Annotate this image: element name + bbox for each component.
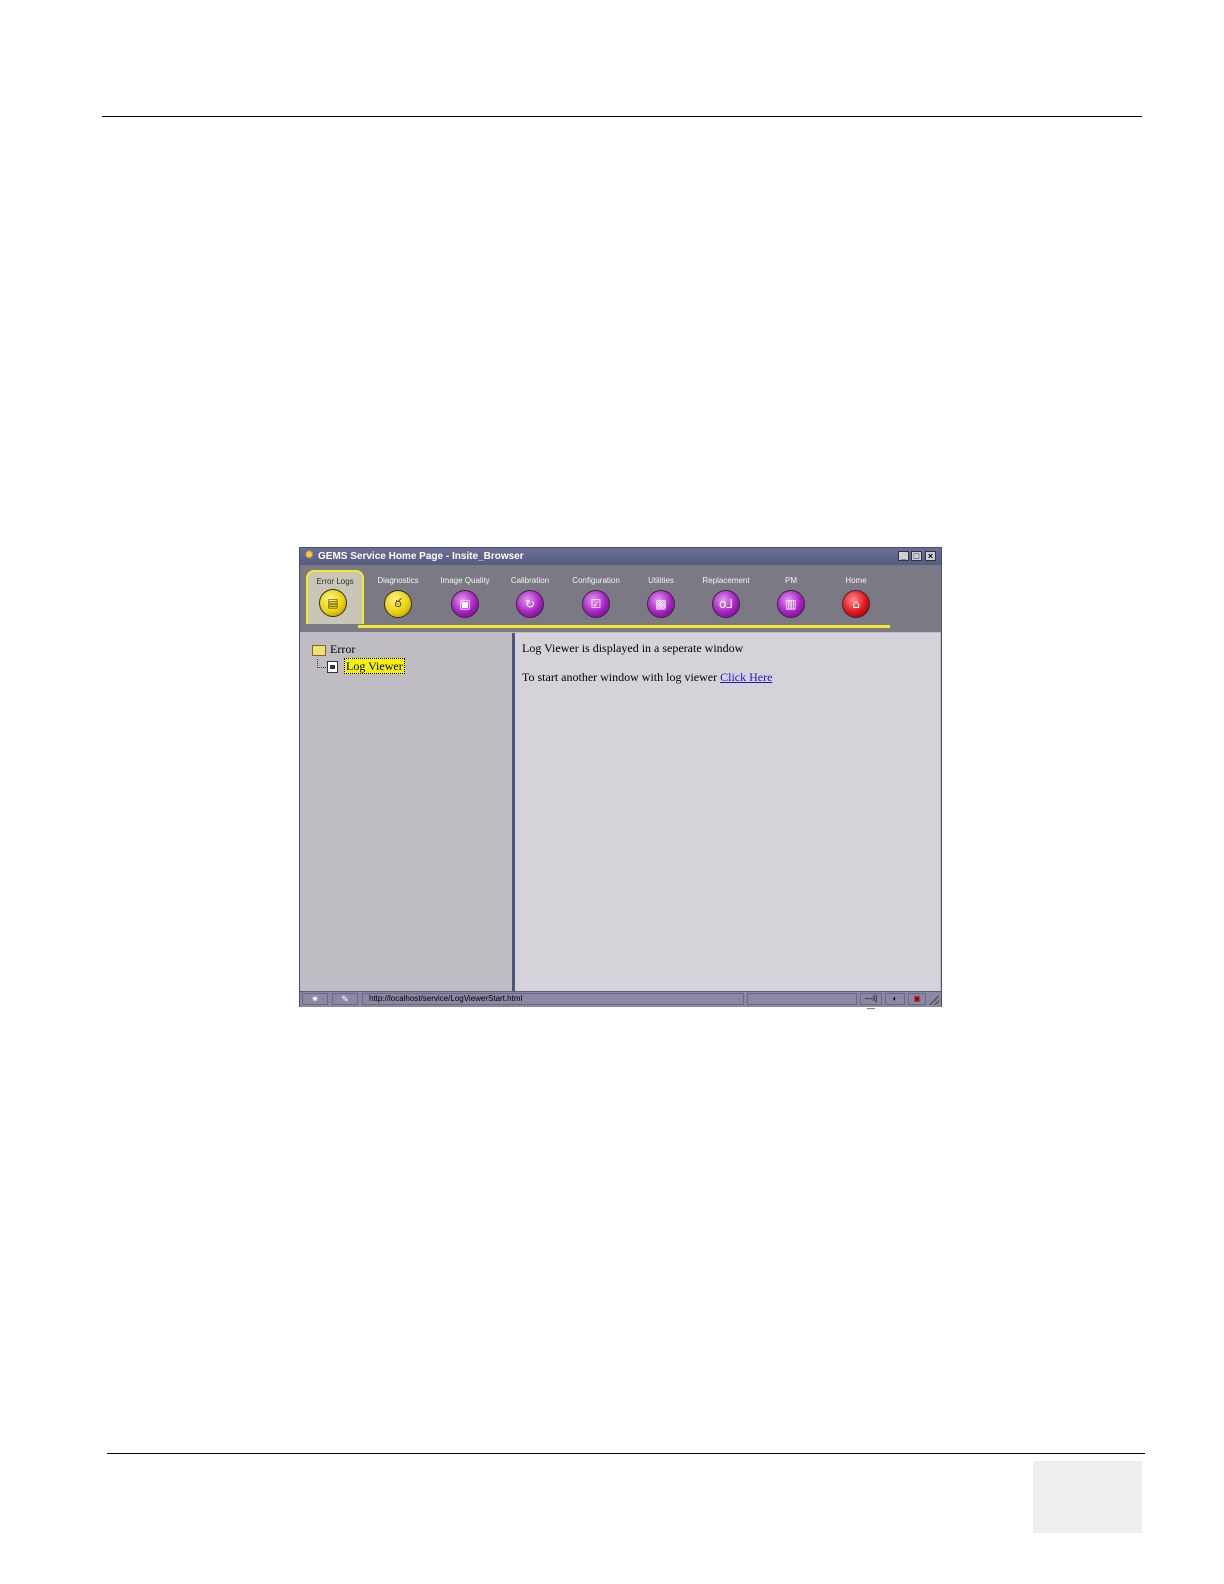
status-bar: ✷ ✎ http://localhost/service/LogViewerSt… bbox=[300, 991, 941, 1013]
tab-label: Replacement bbox=[702, 576, 750, 585]
tab-pm[interactable]: PM ▥ bbox=[761, 569, 821, 627]
resize-grip[interactable] bbox=[929, 995, 939, 1005]
minimize-button[interactable]: _ bbox=[898, 551, 909, 561]
tree-node-log-viewer[interactable]: Log Viewer bbox=[317, 658, 405, 674]
navigation-tree-pane: Error Log Viewer bbox=[303, 633, 515, 991]
content-pane: Log Viewer is displayed in a seperate wi… bbox=[515, 633, 940, 991]
error-logs-icon: ▤ bbox=[319, 589, 347, 617]
relaunch-message: To start another window with log viewer … bbox=[522, 670, 772, 685]
browser-window: ✹ GEMS Service Home Page - Insite_Browse… bbox=[299, 547, 942, 1013]
tab-replacement[interactable]: Replacement o⅃ bbox=[696, 569, 756, 627]
utilities-icon: ▩ bbox=[647, 590, 675, 618]
tab-image-quality[interactable]: Image Quality ▣ bbox=[435, 569, 495, 627]
tab-label: PM bbox=[785, 576, 797, 585]
service-toolbar: Error Logs ▤ Diagnostics ఠ Image Quality… bbox=[300, 565, 941, 632]
security-icon: ◐ bbox=[885, 993, 905, 1005]
home-icon: ⌂ bbox=[842, 590, 870, 618]
tab-label: Calibration bbox=[510, 576, 550, 585]
pm-icon: ▥ bbox=[777, 590, 805, 618]
relaunch-message-text: To start another window with log viewer bbox=[522, 670, 721, 684]
tab-home[interactable]: Home ⌂ bbox=[826, 569, 886, 627]
app-icon: ✹ bbox=[305, 550, 314, 561]
offline-icon: ▣ bbox=[908, 993, 926, 1005]
document-icon bbox=[327, 661, 338, 674]
edit-icon[interactable]: ✎ bbox=[332, 993, 358, 1005]
tab-label: Image Quality bbox=[440, 576, 490, 585]
tab-calibration[interactable]: Calibration ↻ bbox=[500, 569, 560, 627]
page-footer-rule bbox=[107, 1453, 1145, 1454]
maximize-button[interactable]: □ bbox=[911, 551, 922, 561]
tab-label: Utilities bbox=[648, 576, 674, 585]
tab-label: Configuration bbox=[572, 576, 620, 585]
tab-diagnostics[interactable]: Diagnostics ఠ bbox=[368, 569, 428, 627]
folder-open-icon bbox=[312, 644, 326, 656]
stethoscope-icon: ఠ bbox=[384, 590, 412, 618]
status-url: http://localhost/service/LogViewerStart.… bbox=[362, 993, 744, 1005]
configuration-icon: ☑ bbox=[582, 590, 610, 618]
page-header-rule bbox=[102, 116, 1142, 117]
tree-node-label-selected[interactable]: Log Viewer bbox=[344, 658, 405, 674]
tree-node-error[interactable]: Error bbox=[312, 642, 355, 657]
loading-icon: ✷ bbox=[302, 993, 328, 1005]
tab-error-logs[interactable]: Error Logs ▤ bbox=[306, 570, 364, 624]
tab-label: Diagnostics bbox=[377, 576, 419, 585]
tab-label: Home bbox=[845, 576, 867, 585]
info-message: Log Viewer is displayed in a seperate wi… bbox=[522, 641, 744, 655]
window-title: GEMS Service Home Page - Insite_Browser bbox=[318, 551, 524, 562]
tab-utilities[interactable]: Utilities ▩ bbox=[631, 569, 691, 627]
tree-connector bbox=[317, 659, 326, 668]
image-quality-icon: ▣ bbox=[451, 590, 479, 618]
click-here-link[interactable]: Click Here bbox=[720, 670, 772, 684]
title-bar[interactable]: ✹ GEMS Service Home Page - Insite_Browse… bbox=[300, 548, 941, 565]
replacement-icon: o⅃ bbox=[712, 590, 740, 618]
page-number-box bbox=[1033, 1461, 1142, 1533]
network-icon: —I|— bbox=[860, 993, 882, 1013]
close-button[interactable]: × bbox=[925, 551, 936, 561]
status-progress bbox=[747, 993, 857, 1005]
toolbar-selection-underline bbox=[358, 625, 890, 628]
tab-configuration[interactable]: Configuration ☑ bbox=[566, 569, 626, 627]
tree-node-label: Error bbox=[330, 642, 356, 656]
tab-label: Error Logs bbox=[316, 577, 354, 586]
calibration-icon: ↻ bbox=[516, 590, 544, 618]
